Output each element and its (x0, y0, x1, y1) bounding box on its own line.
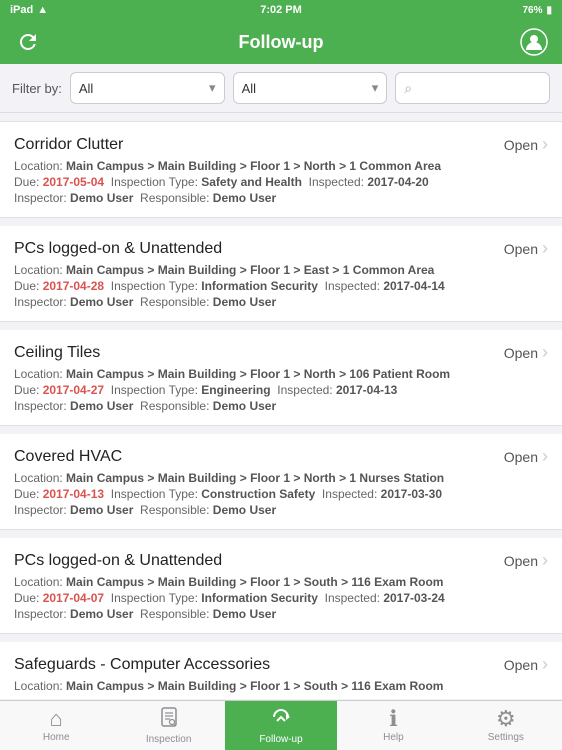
chevron-right-icon-3: › (542, 446, 548, 467)
list-item[interactable]: Safeguards - Computer Accessories Open ›… (0, 642, 562, 699)
filter1-value: All (79, 81, 93, 96)
item-inspector-2: Inspector: Demo User Responsible: Demo U… (14, 399, 548, 413)
nav-item-inspection[interactable]: Inspection (112, 701, 224, 750)
item-title-4: PCs logged-on & Unattended (14, 552, 222, 570)
item-meta-4: Due: 2017-04-07 Inspection Type: Informa… (14, 591, 548, 605)
item-status-3: Open › (504, 446, 548, 467)
home-icon: ⌂ (50, 708, 63, 730)
chevron-down-icon-2: ▾ (372, 80, 379, 96)
filter-dropdown-2[interactable]: All ▾ (233, 72, 388, 104)
list-item[interactable]: PCs logged-on & Unattended Open › Locati… (0, 226, 562, 322)
chevron-right-icon-1: › (542, 238, 548, 259)
item-meta-1: Due: 2017-04-28 Inspection Type: Informa… (14, 279, 548, 293)
item-status-0: Open › (504, 134, 548, 155)
item-inspector-4: Inspector: Demo User Responsible: Demo U… (14, 607, 548, 621)
battery-icon: ▮ (546, 5, 552, 16)
list-item-content-4: PCs logged-on & Unattended Open › Locati… (14, 550, 548, 621)
status-bar: iPad ▲ 7:02 PM 76% ▮ (0, 0, 562, 20)
section-gap-5 (0, 634, 562, 642)
item-status-5: Open › (504, 654, 548, 675)
list-item-content-2: Ceiling Tiles Open › Location: Main Camp… (14, 342, 548, 413)
status-bar-right: 76% ▮ (522, 5, 552, 16)
filter2-value: All (242, 81, 256, 96)
search-box[interactable]: ⌕ (395, 72, 550, 104)
section-gap-2 (0, 322, 562, 330)
chevron-right-icon-4: › (542, 550, 548, 571)
list-item-content-0: Corridor Clutter Open › Location: Main C… (14, 134, 548, 205)
item-status-4: Open › (504, 550, 548, 571)
item-inspector-1: Inspector: Demo User Responsible: Demo U… (14, 295, 548, 309)
nav-item-home[interactable]: ⌂ Home (0, 701, 112, 750)
chevron-right-icon-5: › (542, 654, 548, 675)
item-location-4: Location: Main Campus > Main Building > … (14, 575, 548, 589)
nav-item-followup[interactable]: Follow-up (225, 701, 337, 750)
item-location-0: Location: Main Campus > Main Building > … (14, 159, 548, 173)
item-location-5: Location: Main Campus > Main Building > … (14, 679, 548, 693)
list-item[interactable]: Corridor Clutter Open › Location: Main C… (0, 121, 562, 218)
item-meta-0: Due: 2017-05-04 Inspection Type: Safety … (14, 175, 548, 189)
item-meta-2: Due: 2017-04-27 Inspection Type: Enginee… (14, 383, 548, 397)
bottom-nav: ⌂ Home Inspection Follow-up ℹ Hel (0, 700, 562, 750)
section-gap-1 (0, 218, 562, 226)
chevron-down-icon-1: ▾ (209, 80, 216, 96)
chevron-right-icon-2: › (542, 342, 548, 363)
nav-label-help: Help (383, 732, 404, 743)
item-inspector-3: Inspector: Demo User Responsible: Demo U… (14, 503, 548, 517)
section-gap-4 (0, 530, 562, 538)
nav-item-settings[interactable]: ⚙ Settings (450, 701, 562, 750)
list-item-content-1: PCs logged-on & Unattended Open › Locati… (14, 238, 548, 309)
item-title-5: Safeguards - Computer Accessories (14, 656, 270, 674)
filter-bar: Filter by: All ▾ All ▾ ⌕ (0, 64, 562, 113)
nav-label-settings: Settings (488, 732, 524, 743)
wifi-icon: ▲ (37, 4, 48, 16)
item-title-1: PCs logged-on & Unattended (14, 240, 222, 258)
item-title-2: Ceiling Tiles (14, 344, 100, 362)
list-item[interactable]: Ceiling Tiles Open › Location: Main Camp… (0, 330, 562, 426)
items-list: Corridor Clutter Open › Location: Main C… (0, 113, 562, 699)
avatar-button[interactable] (520, 28, 548, 56)
item-title-3: Covered HVAC (14, 448, 122, 466)
settings-icon: ⚙ (496, 708, 516, 730)
item-title-0: Corridor Clutter (14, 136, 123, 154)
page-title: Follow-up (239, 32, 324, 53)
status-bar-left: iPad ▲ (10, 4, 48, 16)
carrier-label: iPad (10, 4, 33, 16)
status-time: 7:02 PM (260, 4, 302, 16)
item-meta-3: Due: 2017-04-13 Inspection Type: Constru… (14, 487, 548, 501)
list-item-content-3: Covered HVAC Open › Location: Main Campu… (14, 446, 548, 517)
item-location-2: Location: Main Campus > Main Building > … (14, 367, 548, 381)
avatar-icon[interactable] (520, 28, 548, 56)
header: Follow-up (0, 20, 562, 64)
list-item-content-5: Safeguards - Computer Accessories Open ›… (14, 654, 548, 695)
battery-label: 76% (522, 5, 542, 16)
item-status-2: Open › (504, 342, 548, 363)
nav-label-followup: Follow-up (259, 734, 302, 745)
refresh-icon[interactable] (14, 28, 42, 56)
item-location-3: Location: Main Campus > Main Building > … (14, 471, 548, 485)
filter-label: Filter by: (12, 81, 62, 96)
section-gap-3 (0, 426, 562, 434)
inspection-icon (158, 706, 180, 732)
list-item[interactable]: Covered HVAC Open › Location: Main Campu… (0, 434, 562, 530)
chevron-right-icon-0: › (542, 134, 548, 155)
item-location-1: Location: Main Campus > Main Building > … (14, 263, 548, 277)
refresh-button[interactable] (14, 28, 42, 56)
nav-label-home: Home (43, 732, 70, 743)
filter-dropdown-1[interactable]: All ▾ (70, 72, 225, 104)
list-item[interactable]: PCs logged-on & Unattended Open › Locati… (0, 538, 562, 634)
search-icon: ⌕ (404, 80, 412, 97)
item-status-1: Open › (504, 238, 548, 259)
nav-label-inspection: Inspection (146, 734, 192, 745)
nav-item-help[interactable]: ℹ Help (337, 701, 449, 750)
item-inspector-0: Inspector: Demo User Responsible: Demo U… (14, 191, 548, 205)
followup-icon (270, 706, 292, 732)
help-icon: ℹ (389, 708, 397, 730)
